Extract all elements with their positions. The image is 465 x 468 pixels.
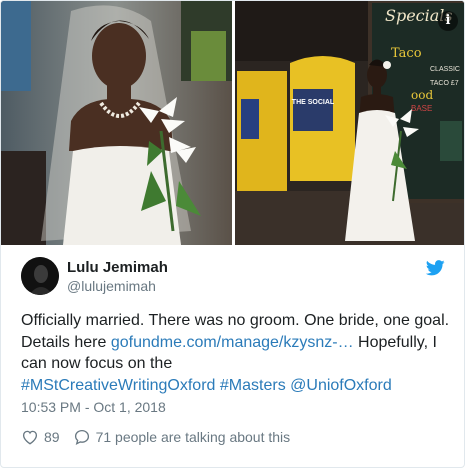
embedded-tweet-card: THE SOCIAL Specials Taco CLASSIC TACO £7… [0, 0, 465, 468]
mention-uniofoxford[interactable]: @UniofOxford [290, 377, 392, 394]
tweet-actions: 89 71 people are talking about this [21, 427, 290, 447]
tweet-text: Officially married. There was no groom. … [21, 310, 451, 396]
photo-bride-lilies[interactable] [1, 1, 232, 245]
info-icon[interactable]: i [438, 11, 458, 31]
heart-icon[interactable] [21, 428, 39, 446]
social-sign-text: THE SOCIAL [292, 99, 335, 106]
likes-count[interactable]: 89 [44, 429, 60, 445]
board-line-2: TACO £7 [430, 80, 459, 87]
user-handle[interactable]: @lulujemimah [67, 278, 156, 294]
display-name[interactable]: Lulu Jemimah [67, 259, 168, 276]
avatar[interactable] [21, 257, 59, 295]
hashtag-masters[interactable]: #Masters [220, 377, 286, 394]
taco-sign-text: Taco [391, 46, 422, 61]
tweet-timestamp[interactable]: 10:53 PM - Oct 1, 2018 [21, 399, 166, 415]
gofundme-link[interactable]: gofundme.com/manage/kzysnz-… [111, 334, 354, 351]
photo-bride-bar[interactable]: THE SOCIAL Specials Taco CLASSIC TACO £7… [235, 1, 464, 245]
board-line-3: ood [411, 88, 433, 102]
board-line-1: CLASSIC [430, 66, 460, 73]
talking-about-this[interactable]: 71 people are talking about this [96, 429, 291, 445]
tweet-media[interactable]: THE SOCIAL Specials Taco CLASSIC TACO £7… [1, 1, 464, 245]
board-line-4: BASE [411, 104, 432, 113]
hashtag-mstcreativewritingoxford[interactable]: #MStCreativeWritingOxford [21, 377, 215, 394]
twitter-bird-icon[interactable] [426, 260, 445, 276]
speech-bubble-icon[interactable] [73, 428, 91, 446]
